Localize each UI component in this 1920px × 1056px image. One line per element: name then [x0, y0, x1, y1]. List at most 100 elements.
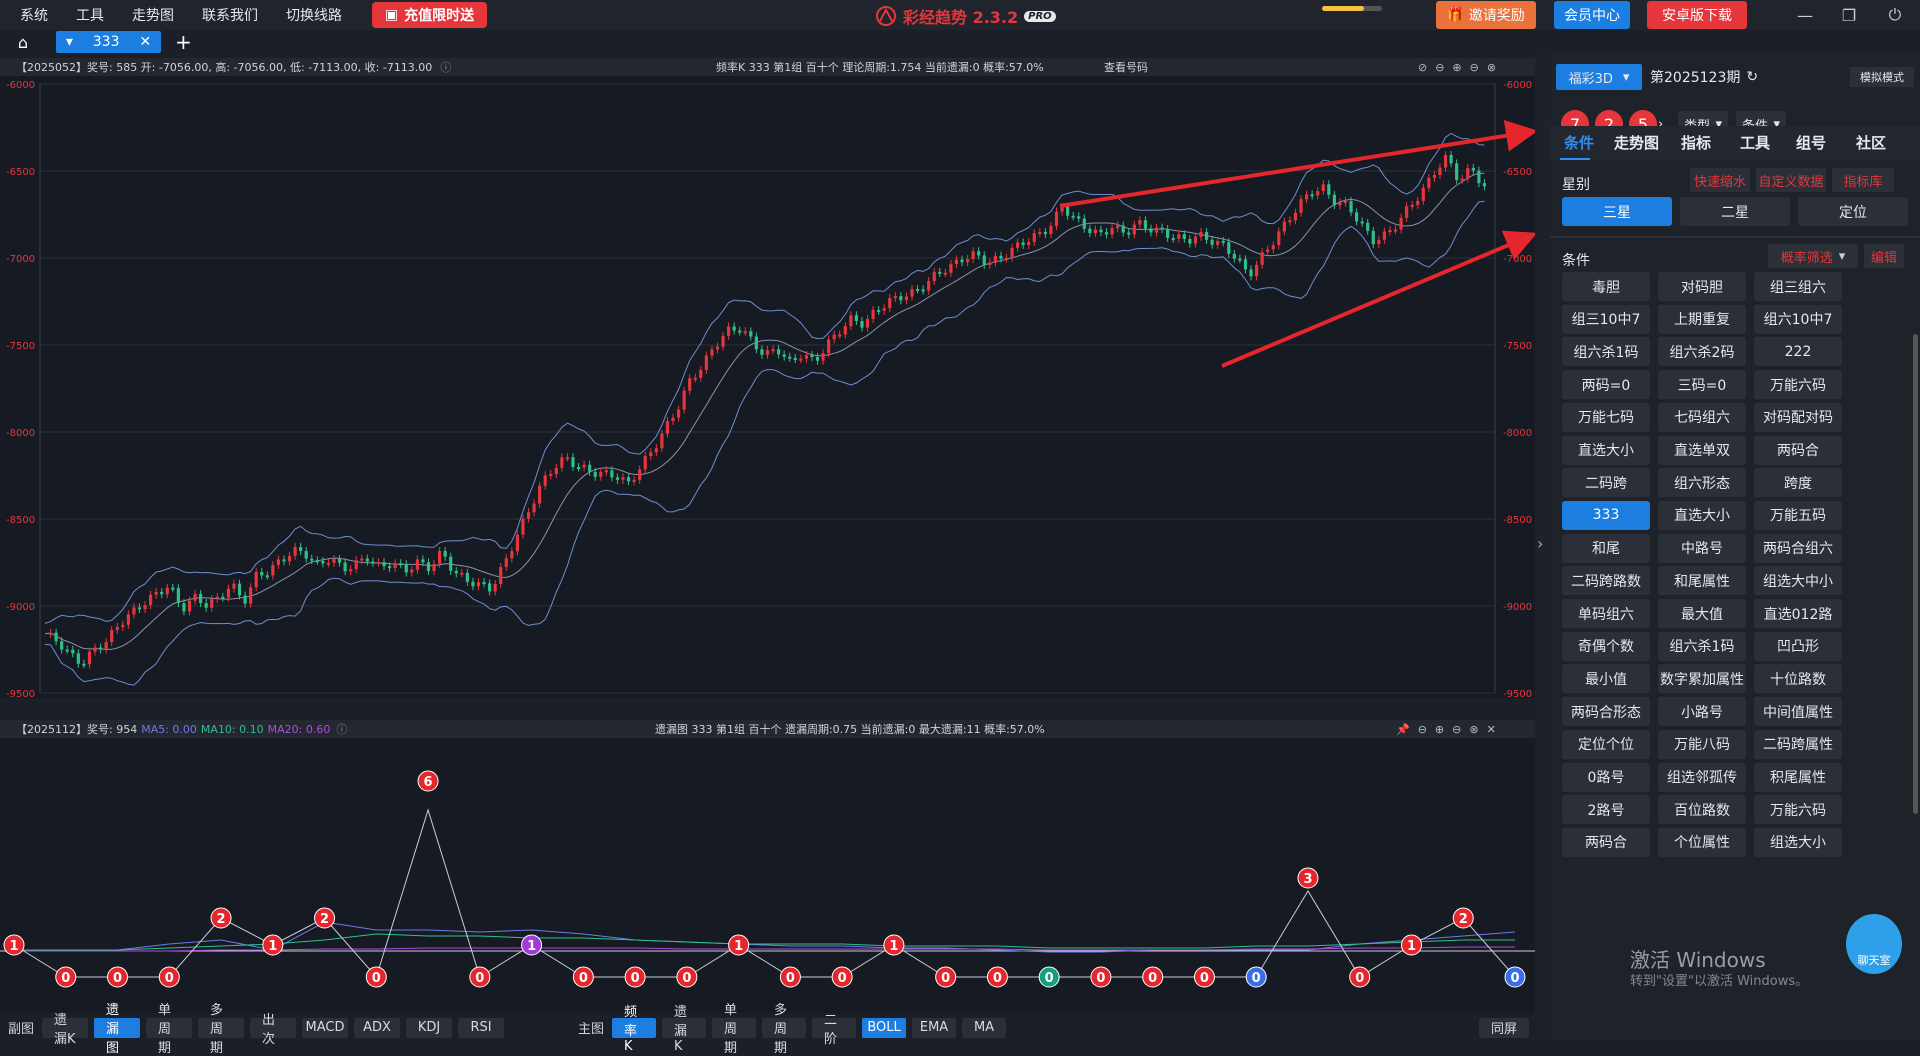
refresh-icon[interactable]: ↻ [1746, 69, 1758, 85]
add-tab-icon[interactable]: + [175, 30, 192, 54]
condition-button[interactable]: 定位个位 [1562, 729, 1650, 759]
condition-button[interactable]: 中间值属性 [1754, 697, 1842, 727]
star-two-button[interactable]: 二星 [1680, 197, 1790, 226]
subchart-tab[interactable]: ADX [354, 1017, 401, 1038]
subchart-tab[interactable]: MACD [302, 1017, 349, 1038]
condition-button[interactable]: 小路号 [1658, 697, 1746, 727]
condition-button[interactable]: 两码合组六 [1754, 533, 1842, 563]
condition-button[interactable]: 万能八码 [1658, 729, 1746, 759]
mainchart-tab[interactable]: EMA [912, 1017, 957, 1038]
condition-button[interactable]: 三码=0 [1658, 370, 1746, 400]
condition-button[interactable]: 组三10中7 [1562, 304, 1650, 334]
menu-item-contact[interactable]: 联系我们 [188, 5, 272, 25]
invite-reward-button[interactable]: 🎁 邀请奖励 [1436, 1, 1536, 29]
recharge-promo-button[interactable]: ▣ 充值限时送 [372, 2, 487, 28]
condition-button[interactable]: 百位路数 [1658, 795, 1746, 825]
condition-button[interactable]: 七码组六 [1658, 402, 1746, 432]
condition-button[interactable]: 直选大小 [1562, 435, 1650, 465]
condition-button[interactable]: 和尾 [1562, 533, 1650, 563]
condition-button[interactable]: 中路号 [1658, 533, 1746, 563]
condition-button[interactable]: 凹凸形 [1754, 631, 1842, 661]
condition-button[interactable]: 奇偶个数 [1562, 631, 1650, 661]
menu-item-system[interactable]: 系统 [6, 5, 62, 25]
subchart-tab[interactable]: 多周期 [198, 1003, 245, 1056]
condition-button[interactable]: 组六杀2码 [1658, 337, 1746, 367]
help-icon[interactable]: ⓘ [440, 59, 451, 75]
quick-shrink-link[interactable]: 快速缩水 [1690, 168, 1750, 192]
condition-button[interactable]: 组选大小 [1754, 827, 1842, 857]
condition-button[interactable]: 两码合 [1562, 827, 1650, 857]
condition-button[interactable]: 组六形态 [1658, 468, 1746, 498]
condition-button[interactable]: 组六10中7 [1754, 304, 1842, 334]
menu-item-tools[interactable]: 工具 [62, 5, 118, 25]
condition-button[interactable]: 上期重复 [1658, 304, 1746, 334]
subchart-tab[interactable]: KDJ [406, 1017, 453, 1038]
tab-tools[interactable]: 工具 [1740, 132, 1770, 153]
condition-button[interactable]: 数字累加属性 [1658, 664, 1746, 694]
mainchart-tab[interactable]: MA [962, 1017, 1007, 1038]
condition-button[interactable]: 最小值 [1562, 664, 1650, 694]
close-icon[interactable]: ✕ [139, 34, 151, 50]
condition-button[interactable]: 万能五码 [1754, 500, 1842, 530]
condition-button[interactable]: 毒胆 [1562, 272, 1650, 301]
lottery-select[interactable]: 福彩3D ▾ [1556, 64, 1642, 90]
star-position-button[interactable]: 定位 [1798, 197, 1908, 226]
subchart-tab[interactable]: 遗漏K [42, 1013, 89, 1047]
tab-condition[interactable]: 条件 [1564, 132, 1594, 153]
condition-button[interactable]: 直选大小 [1658, 500, 1746, 530]
condition-button[interactable]: 个位属性 [1658, 827, 1746, 857]
tab-333[interactable]: ▾ 333 ✕ [56, 31, 161, 53]
condition-button[interactable]: 两码合 [1754, 435, 1842, 465]
subchart-toolbar-icons[interactable]: 📌⊖⊕⊖⊗✕ [1396, 723, 1504, 736]
panel-collapse-bar[interactable]: › [1535, 54, 1550, 1040]
condition-button[interactable]: 跨度 [1754, 468, 1842, 498]
condition-button[interactable]: 直选单双 [1658, 435, 1746, 465]
mainchart-tab[interactable]: 多周期 [762, 1003, 807, 1056]
subchart-tab[interactable]: 遗漏图 [94, 1003, 141, 1056]
home-icon[interactable]: ⌂ [0, 31, 46, 53]
mainchart-tab[interactable]: 二阶 [812, 1013, 857, 1047]
chevron-right-icon[interactable]: › [1537, 534, 1543, 553]
tab-trend[interactable]: 走势图 [1614, 132, 1659, 153]
tab-community[interactable]: 社区 [1856, 132, 1886, 153]
mainchart-tab[interactable]: 频率K [612, 1005, 657, 1054]
help-icon[interactable]: ⓘ [336, 721, 347, 737]
menu-item-trend[interactable]: 走势图 [118, 5, 188, 25]
condition-button[interactable]: 0路号 [1562, 762, 1650, 792]
condition-button[interactable]: 二码跨 [1562, 468, 1650, 498]
condition-button[interactable]: 两码合形态 [1562, 697, 1650, 727]
condition-button[interactable]: 二码跨路数 [1562, 566, 1650, 596]
subchart-tab[interactable]: RSI [458, 1017, 505, 1038]
condition-button[interactable]: 333 [1562, 500, 1650, 530]
condition-button[interactable]: 222 [1754, 337, 1842, 367]
view-numbers-link[interactable]: 查看号码 [1104, 59, 1148, 75]
menu-item-switch-line[interactable]: 切换线路 [272, 5, 356, 25]
condition-button[interactable]: 2路号 [1562, 795, 1650, 825]
restore-icon[interactable]: ❐ [1830, 0, 1868, 30]
condition-button[interactable]: 两码=0 [1562, 370, 1650, 400]
condition-button[interactable]: 积尾属性 [1754, 762, 1842, 792]
condition-button[interactable]: 最大值 [1658, 599, 1746, 628]
mainchart-tab[interactable]: 单周期 [712, 1003, 757, 1056]
condition-button[interactable]: 万能七码 [1562, 402, 1650, 432]
android-download-button[interactable]: 安卓版下载 [1647, 1, 1747, 29]
condition-button[interactable]: 万能六码 [1754, 795, 1842, 825]
mainchart-tab[interactable]: BOLL [862, 1017, 907, 1038]
minimize-icon[interactable]: — [1786, 0, 1824, 30]
condition-button[interactable]: 和尾属性 [1658, 566, 1746, 596]
subchart-tab[interactable]: 出次 [250, 1013, 297, 1047]
condition-button[interactable]: 单码组六 [1562, 599, 1650, 628]
condition-button[interactable]: 组选邻孤传 [1658, 762, 1746, 792]
probability-filter-select[interactable]: 概率筛选 ▾ [1768, 244, 1858, 268]
condition-button[interactable]: 组六杀1码 [1562, 337, 1650, 367]
condition-button[interactable]: 组三组六 [1754, 272, 1842, 301]
omission-chart[interactable]: 1 0 0 0 2 1 2 0 6 0 1 0 0 0 1 0 0 1 0 0 0 0 0 0 0 3 0 1 2 0 [0, 738, 1535, 1013]
chat-room-button[interactable]: 聊天室 [1846, 914, 1902, 974]
kline-chart[interactable]: -6000 -6000 -6500 -6500 -7000 -7000 -7500 -7500… [0, 76, 1535, 698]
condition-button[interactable]: 十位路数 [1754, 664, 1842, 694]
star-three-button[interactable]: 三星 [1562, 197, 1672, 226]
condition-button[interactable]: 对码胆 [1658, 272, 1746, 301]
condition-button[interactable]: 组六杀1码 [1658, 631, 1746, 661]
tab-group[interactable]: 组号 [1796, 132, 1826, 153]
sim-mode-button[interactable]: 模拟模式 [1850, 67, 1914, 87]
